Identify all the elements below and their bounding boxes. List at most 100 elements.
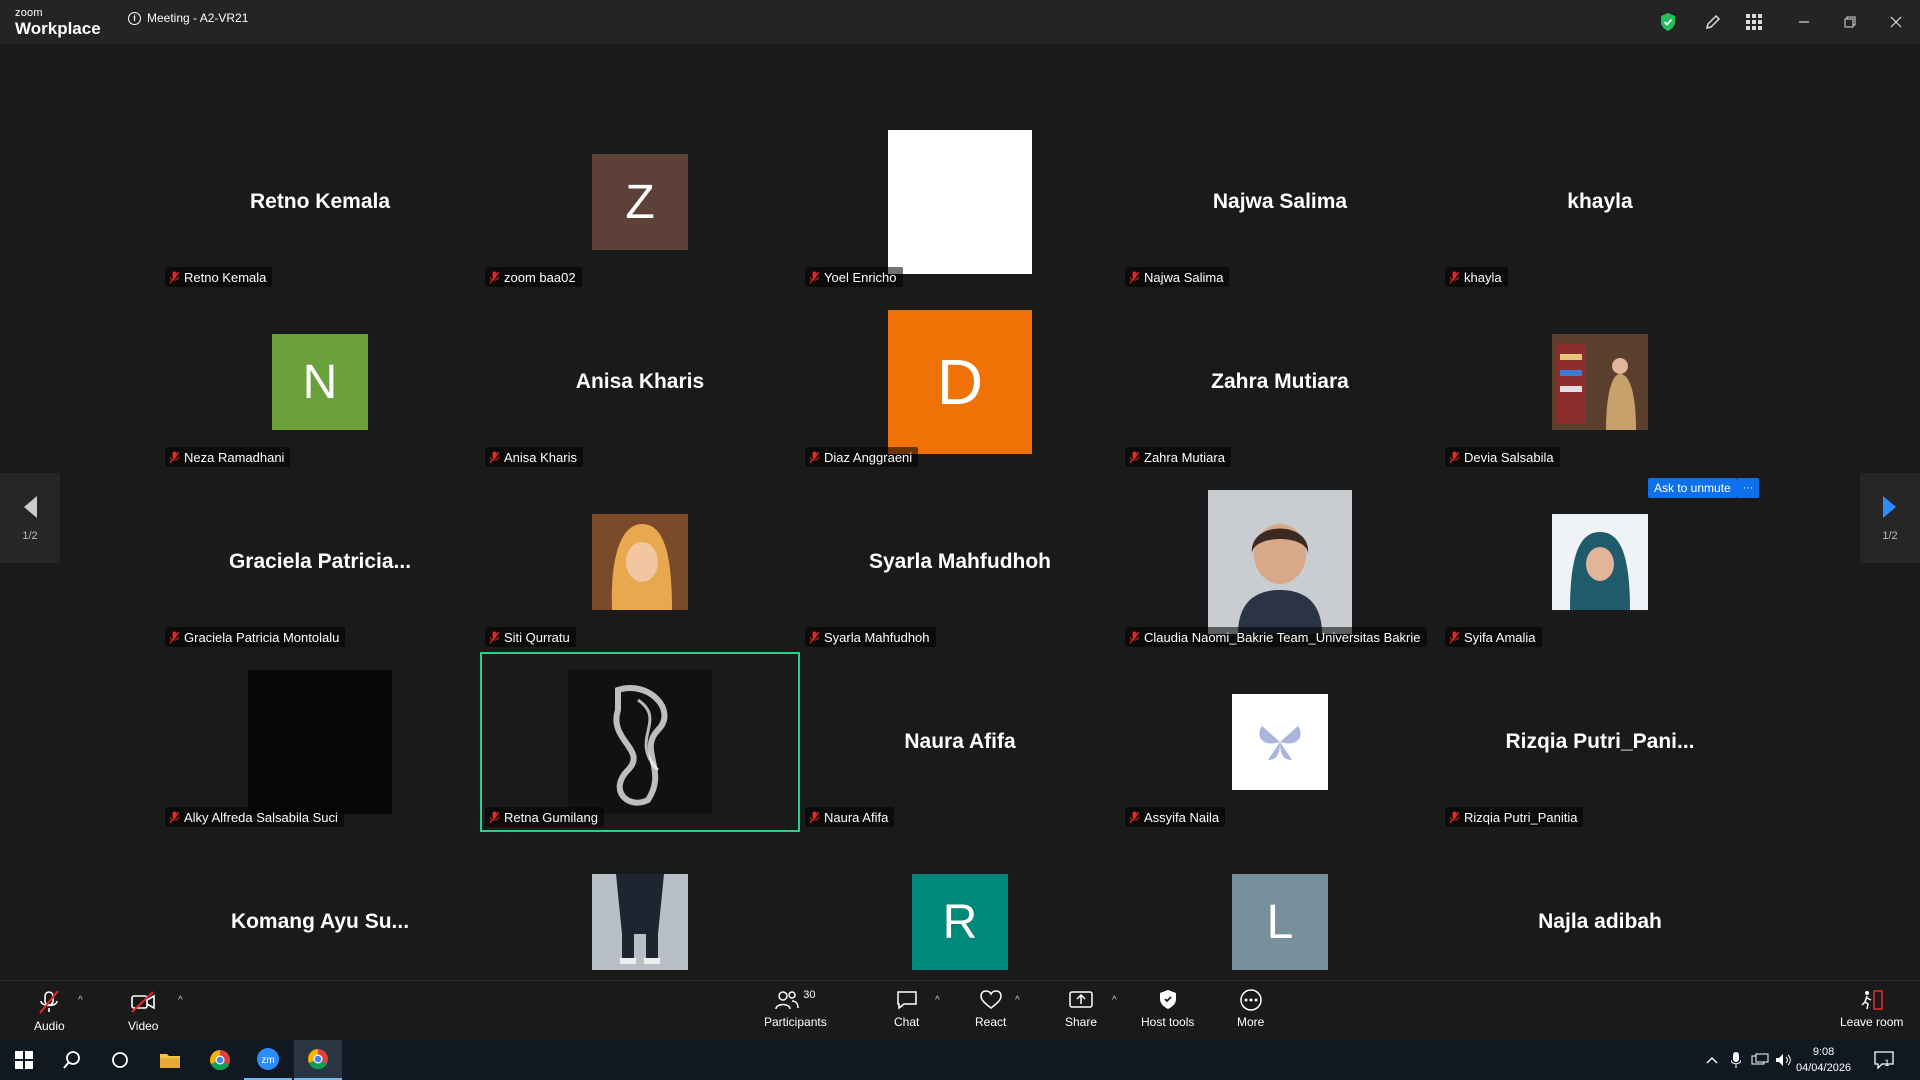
participant-name-label: Claudia Naomi_Bakrie Team_Universitas Ba…	[1125, 627, 1427, 647]
participant-tile[interactable]: Alky Alfreda Salsabila Suci	[160, 652, 480, 832]
mic-muted-icon	[169, 451, 180, 463]
video-button[interactable]: Video	[128, 989, 158, 1033]
mic-muted-icon	[169, 271, 180, 283]
leave-room-button[interactable]: Leave room	[1840, 989, 1903, 1029]
video-options-caret[interactable]: ^	[178, 995, 183, 1006]
participant-tile[interactable]: Claudia Naomi_Bakrie Team_Universitas Ba…	[1120, 472, 1440, 652]
share-options-caret[interactable]: ^	[1112, 995, 1117, 1006]
react-button[interactable]: React	[975, 989, 1006, 1029]
participant-tile[interactable]: Naura Afifa Naura Afifa	[800, 652, 1120, 832]
leave-room-label: Leave room	[1840, 1015, 1904, 1029]
minimize-icon[interactable]	[1792, 10, 1816, 34]
participant-tile[interactable]: Rizqia Putri_Pani... Rizqia Putri_Panitia	[1440, 652, 1760, 832]
participant-name: Claudia Naomi_Bakrie Team_Universitas Ba…	[1144, 629, 1421, 645]
participant-tile[interactable]: khayla khayla	[1440, 112, 1760, 292]
participant-tile[interactable]: Yoel Enricho	[800, 112, 1120, 292]
participant-name-label: Graciela Patricia Montolalu	[165, 627, 346, 647]
security-shield-icon[interactable]	[1656, 10, 1680, 34]
participants-button[interactable]: 30 Participants	[764, 989, 827, 1029]
participant-tile[interactable]: Zzoom baa02	[480, 112, 800, 292]
previous-page-button[interactable]: 1/2	[0, 473, 60, 563]
system-clock[interactable]: 9:08 04/04/2026	[1796, 1044, 1851, 1076]
participant-name-label: khayla	[1445, 267, 1508, 287]
audio-button[interactable]: Audio	[34, 989, 65, 1033]
notifications-icon[interactable]: 1	[1862, 1040, 1902, 1080]
participant-avatar: D	[888, 310, 1032, 454]
file-explorer-icon[interactable]	[146, 1040, 194, 1080]
participant-tile[interactable]: Anisa Kharis Anisa Kharis	[480, 292, 800, 472]
participant-name-label: Assyifa Naila	[1125, 807, 1226, 827]
participant-tile[interactable]: Assyifa Naila	[1120, 652, 1440, 832]
ask-to-unmute-button[interactable]: Ask to unmute	[1648, 478, 1737, 498]
participant-display-name: Naura Afifa	[904, 730, 1016, 753]
participant-avatar: L	[1232, 874, 1328, 970]
participant-tile[interactable]: Graciela Patricia... Graciela Patricia Mo…	[160, 472, 480, 652]
participant-tile[interactable]: N Neza Ramadhani	[160, 292, 480, 472]
participant-tile[interactable]: Retna Gumilang	[480, 652, 800, 832]
mic-muted-icon	[1129, 631, 1140, 643]
participant-tile[interactable]: Retno Kemala Retno Kemala	[160, 112, 480, 292]
participant-display-name: Zahra Mutiara	[1211, 370, 1349, 393]
participant-name-label: Alky Alfreda Salsabila Suci	[165, 807, 344, 827]
audio-options-caret[interactable]: ^	[78, 995, 83, 1006]
more-dots-icon	[1239, 989, 1262, 1011]
participants-icon	[775, 991, 799, 1010]
close-icon[interactable]	[1884, 10, 1908, 34]
svg-text:zm: zm	[261, 1055, 274, 1066]
participant-avatar	[568, 670, 712, 814]
participant-tile[interactable]: Devia Salsabila	[1440, 292, 1760, 472]
windows-start-icon[interactable]	[0, 1040, 48, 1080]
chrome-icon[interactable]	[196, 1040, 244, 1080]
next-page-button[interactable]: 1/2	[1860, 473, 1920, 563]
participant-tile[interactable]: Siti Qurratu	[480, 472, 800, 652]
tray-network-icon[interactable]	[1748, 1040, 1772, 1080]
title-bar: zoom Workplace i Meeting - A2-VR21	[0, 0, 1920, 44]
mic-muted-icon	[169, 811, 180, 823]
cortana-icon[interactable]	[96, 1040, 144, 1080]
participant-display-name: Graciela Patricia...	[228, 550, 412, 573]
participant-avatar	[1232, 694, 1328, 790]
search-icon[interactable]	[48, 1040, 96, 1080]
participant-tile[interactable]: Syarla Mahfudhoh Syarla Mahfudhoh	[800, 472, 1120, 652]
zoom-app-icon[interactable]: zm	[244, 1040, 292, 1080]
share-button[interactable]: Share	[1065, 989, 1097, 1029]
participant-avatar: N	[272, 334, 368, 430]
chat-button[interactable]: Chat	[894, 989, 919, 1029]
participant-more-button[interactable]: ···	[1737, 478, 1759, 498]
participant-name: Anisa Kharis	[504, 449, 577, 465]
info-icon[interactable]: i	[128, 11, 141, 25]
tray-chevron-up-icon[interactable]	[1700, 1040, 1724, 1080]
participant-tile[interactable]: Najwa Salima Najwa Salima	[1120, 112, 1440, 292]
restore-icon[interactable]	[1838, 10, 1862, 34]
participant-name: Najwa Salima	[1144, 269, 1224, 285]
tray-microphone-icon[interactable]	[1725, 1040, 1747, 1080]
host-tools-label: Host tools	[1141, 1015, 1195, 1029]
mic-muted-icon	[1449, 271, 1460, 283]
meeting-info[interactable]: i Meeting - A2-VR21	[128, 11, 248, 25]
participant-display-name: Najwa Salima	[1212, 190, 1348, 213]
participant-tile[interactable]: Syifa Amalia	[1440, 472, 1760, 652]
participant-avatar: R	[912, 874, 1008, 970]
host-tools-button[interactable]: Host tools	[1141, 989, 1194, 1029]
heart-react-icon	[979, 990, 1002, 1009]
participant-avatar	[1208, 490, 1352, 634]
more-button[interactable]: More	[1237, 989, 1264, 1029]
chat-options-caret[interactable]: ^	[935, 995, 940, 1006]
windows-taskbar: zm 9:08 04/04/2026 1	[0, 1040, 1920, 1080]
participant-tile[interactable]: Zahra Mutiara Zahra Mutiara	[1120, 292, 1440, 472]
react-options-caret[interactable]: ^	[1015, 995, 1020, 1006]
mic-muted-icon	[489, 271, 500, 283]
tray-volume-icon[interactable]	[1772, 1040, 1796, 1080]
share-label: Share	[1065, 1015, 1098, 1029]
apps-grid-icon[interactable]	[1742, 10, 1766, 34]
annotate-pencil-icon[interactable]	[1701, 10, 1725, 34]
participant-name-label: Anisa Kharis	[485, 447, 583, 467]
participant-tile[interactable]: D Diaz Anggraeni	[800, 292, 1120, 472]
video-label: Video	[128, 1019, 159, 1033]
participants-label: Participants	[764, 1015, 827, 1029]
chat-label: Chat	[894, 1015, 920, 1029]
more-label: More	[1237, 1015, 1265, 1029]
participant-name: khayla	[1464, 269, 1502, 285]
chrome-profile-icon[interactable]	[294, 1040, 342, 1080]
mic-muted-icon	[169, 631, 180, 643]
